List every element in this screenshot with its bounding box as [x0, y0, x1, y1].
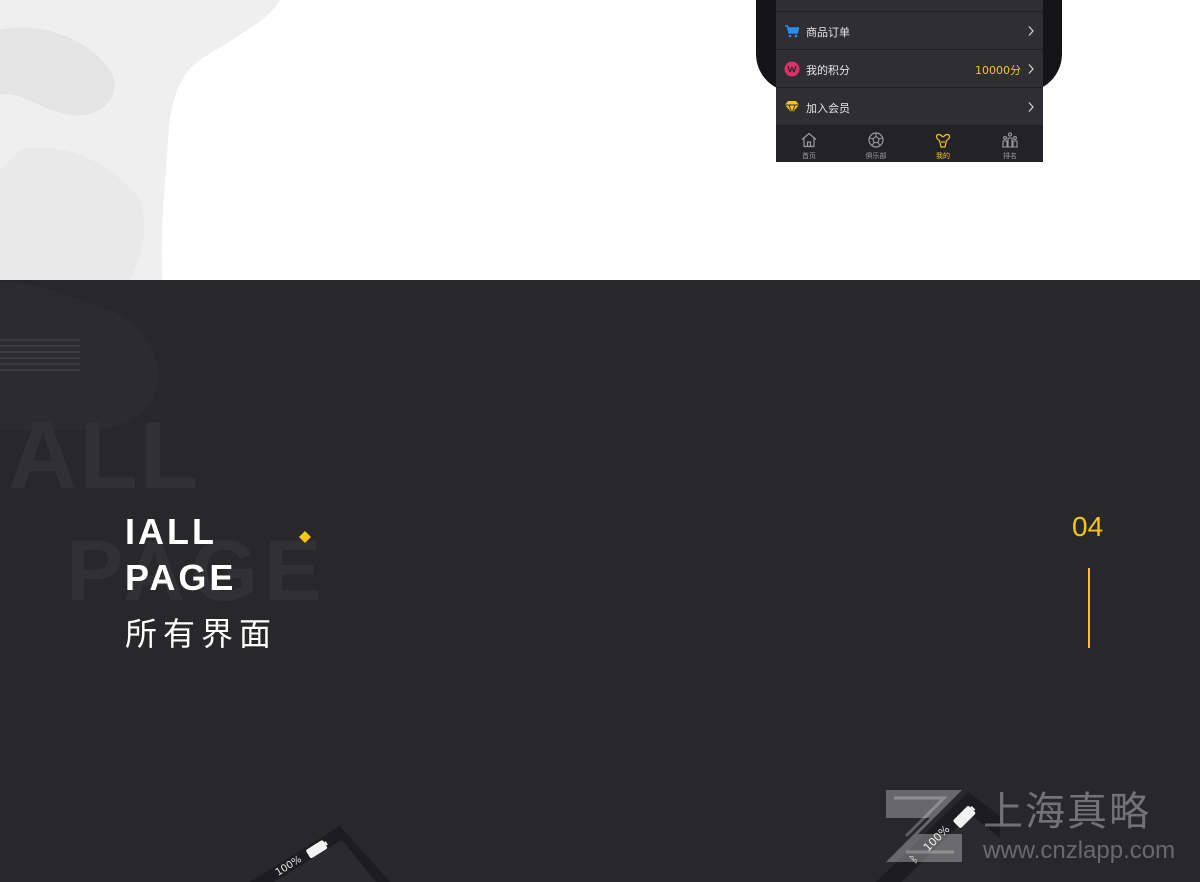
menu-item-membership[interactable]: 加入会员	[776, 88, 1043, 126]
tab-profile[interactable]: 我的	[910, 126, 976, 162]
background-text: ALL	[8, 402, 201, 509]
tab-club[interactable]: 俱乐部	[843, 126, 909, 162]
tab-label: 排名	[1003, 152, 1017, 160]
tab-label: 我的	[936, 152, 950, 160]
statue-background-image	[0, 0, 280, 280]
menu-item-label: 我的积分	[806, 64, 850, 77]
chevron-right-icon	[1028, 26, 1034, 36]
menu-item-orders[interactable]: 商品订单	[776, 12, 1043, 50]
company-logo	[886, 790, 962, 862]
bottom-tab-bar: 首页 俱乐部 我的 排名	[776, 126, 1043, 162]
list-item[interactable]	[776, 0, 1043, 12]
points-value: 10000分	[975, 64, 1021, 77]
tab-label: 俱乐部	[865, 152, 887, 160]
club-icon	[868, 132, 884, 148]
cart-icon	[785, 25, 800, 38]
chevron-right-icon	[1028, 102, 1034, 112]
section-subtitle: 所有界面	[125, 615, 278, 653]
diamond-icon	[785, 101, 799, 115]
menu-item-label: 加入会员	[806, 102, 850, 115]
phone-screen: 商品订单 我的积分 10000分 加入会员 首页 俱乐部 我的 排名	[776, 0, 1043, 162]
tab-label: 首页	[802, 152, 816, 160]
home-icon	[801, 132, 817, 148]
menu-item-label: 商品订单	[806, 26, 850, 39]
section-title: IALL	[125, 511, 217, 552]
section-title: PAGE	[125, 557, 237, 598]
divider	[1088, 568, 1090, 648]
top-section: 商品订单 我的积分 10000分 加入会员 首页 俱乐部 我的 排名	[0, 0, 1200, 280]
section-number: 04	[1072, 511, 1104, 542]
section-intro: ALL PAGE IALL PAGE 所有界面 04 100% ᛒ 100% 上…	[0, 280, 1200, 882]
diamond-icon	[299, 531, 311, 543]
chevron-right-icon	[1028, 64, 1034, 74]
tab-home[interactable]: 首页	[776, 126, 842, 162]
watermark-url: www.cnzlapp.com	[983, 837, 1176, 864]
phone-mockup-image: 100%	[250, 826, 390, 882]
profile-icon	[935, 133, 951, 148]
ranking-icon	[1002, 132, 1018, 148]
points-icon	[784, 61, 800, 77]
watermark-company-name: 上海真略	[983, 789, 1151, 835]
menu-item-points[interactable]: 我的积分 10000分	[776, 50, 1043, 88]
tab-ranking[interactable]: 排名	[977, 126, 1043, 162]
